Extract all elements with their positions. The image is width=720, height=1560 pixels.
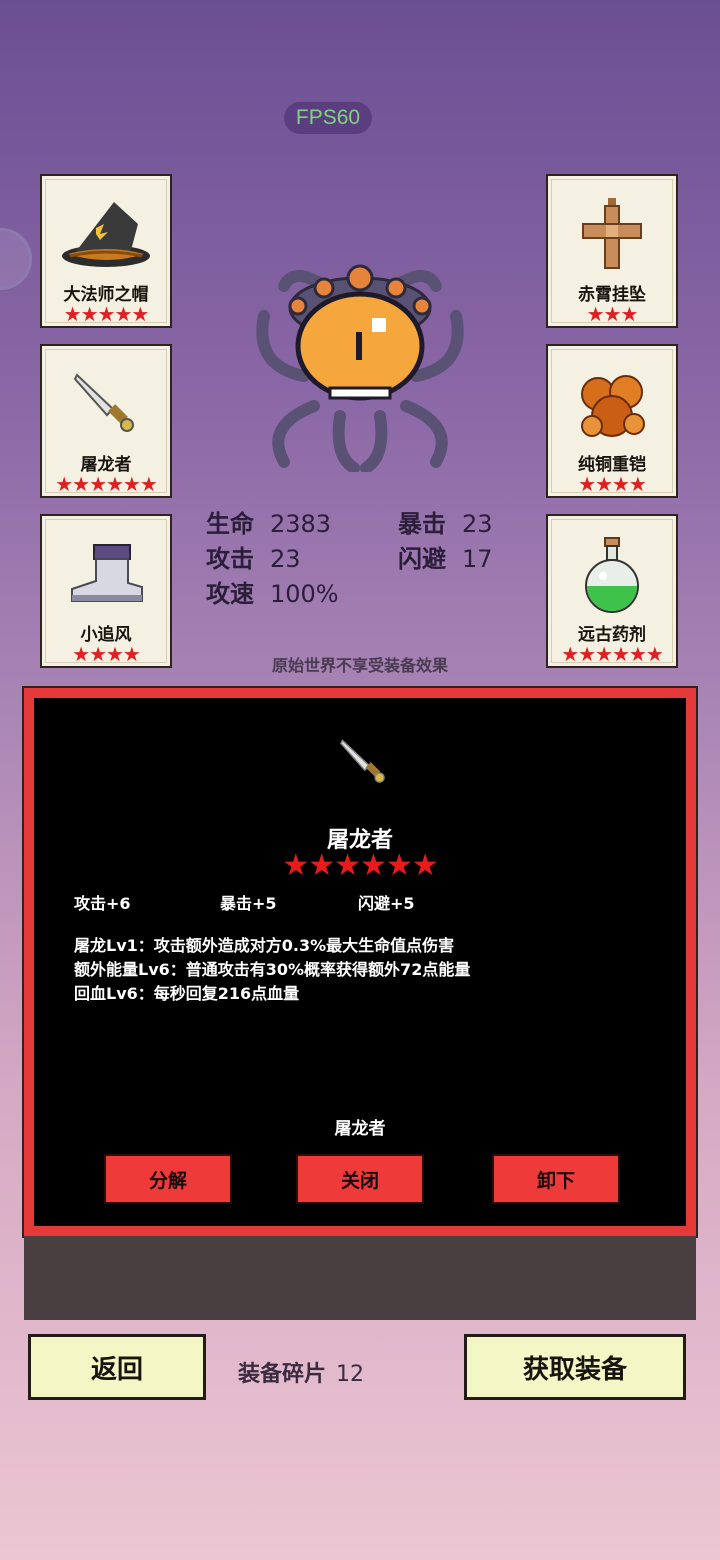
equip-stars: ★★★★★ (63, 302, 150, 326)
detail-attr: 闪避+5 (358, 894, 415, 913)
stat-value: 2383 (270, 510, 332, 538)
stat-label: 攻击 (206, 545, 254, 573)
detail-skill: 屠龙Lv1：攻击额外造成对方0.3%最大生命值点伤害 (74, 936, 455, 955)
back-button[interactable]: 返回 (28, 1334, 206, 1400)
stat-label: 暴击 (398, 510, 446, 538)
equip-slot-boots[interactable]: 小追风 ★★★★ (40, 514, 172, 668)
equip-slot-pendant[interactable]: 赤霄挂坠 ★★★ (546, 174, 678, 328)
fps-counter: FPS60 (284, 102, 372, 134)
side-float-button[interactable] (0, 228, 32, 290)
detail-attr: 攻击+6 (74, 894, 131, 913)
detail-skill: 额外能量Lv6：普通攻击有30%概率获得额外72点能量 (74, 960, 471, 979)
cross-pendant-icon (548, 188, 676, 280)
copper-armor-icon (548, 358, 676, 450)
shards-count: 12 (336, 1362, 365, 1387)
stat-atk: 攻击 23 (206, 539, 301, 574)
stat-label: 生命 (206, 510, 254, 538)
boots-icon (42, 528, 170, 620)
equip-stars: ★★★ (586, 302, 639, 326)
wizard-hat-icon (42, 188, 170, 280)
dagger-icon (42, 358, 170, 450)
character-sprite (244, 256, 476, 474)
equip-slot-hat[interactable]: 大法师之帽 ★★★★★ (40, 174, 172, 328)
unequip-button[interactable]: 卸下 (492, 1154, 620, 1204)
equip-stars: ★★★★★★ (55, 472, 158, 496)
equip-slot-potion[interactable]: 远古药剂 ★★★★★★ (546, 514, 678, 668)
equip-stars: ★★★★ (72, 642, 141, 666)
stat-value: 23 (270, 545, 301, 573)
detail-item-stars: ★★★★★★ (282, 848, 438, 883)
detail-dagger-icon (338, 734, 390, 790)
panel-base (24, 1236, 696, 1320)
detail-skill: 回血Lv6：每秒回复216点血量 (74, 984, 300, 1003)
potion-flask-icon (548, 528, 676, 620)
stat-hp: 生命 2383 (206, 504, 331, 539)
stat-attack-speed: 攻速 100% (206, 574, 339, 609)
equip-slot-weapon[interactable]: 屠龙者 ★★★★★★ (40, 344, 172, 498)
shards-label: 装备碎片 (238, 1362, 327, 1387)
equip-stars: ★★★★ (578, 472, 647, 496)
stat-value: 17 (462, 545, 493, 573)
detail-attr: 暴击+5 (220, 894, 277, 913)
stat-dodge: 闪避 17 (398, 539, 493, 574)
get-equipment-button[interactable]: 获取装备 (464, 1334, 686, 1400)
equip-slot-armor[interactable]: 纯铜重铠 ★★★★ (546, 344, 678, 498)
stat-label: 闪避 (398, 545, 446, 573)
stat-label: 攻速 (206, 580, 254, 608)
world-note: 原始世界不享受装备效果 (271, 656, 448, 675)
detail-footer-name: 屠龙者 (334, 1119, 386, 1139)
equip-stars: ★★★★★★ (561, 642, 664, 666)
decompose-button[interactable]: 分解 (104, 1154, 232, 1204)
equipment-shards: 装备碎片 12 (238, 1356, 364, 1388)
stat-value: 23 (462, 510, 493, 538)
stat-value: 100% (270, 580, 339, 608)
stat-crit: 暴击 23 (398, 504, 493, 539)
item-detail-panel: 屠龙者 ★★★★★★ 攻击+6 暴击+5 闪避+5 屠龙Lv1：攻击额外造成对方… (22, 686, 698, 1238)
close-button[interactable]: 关闭 (296, 1154, 424, 1204)
